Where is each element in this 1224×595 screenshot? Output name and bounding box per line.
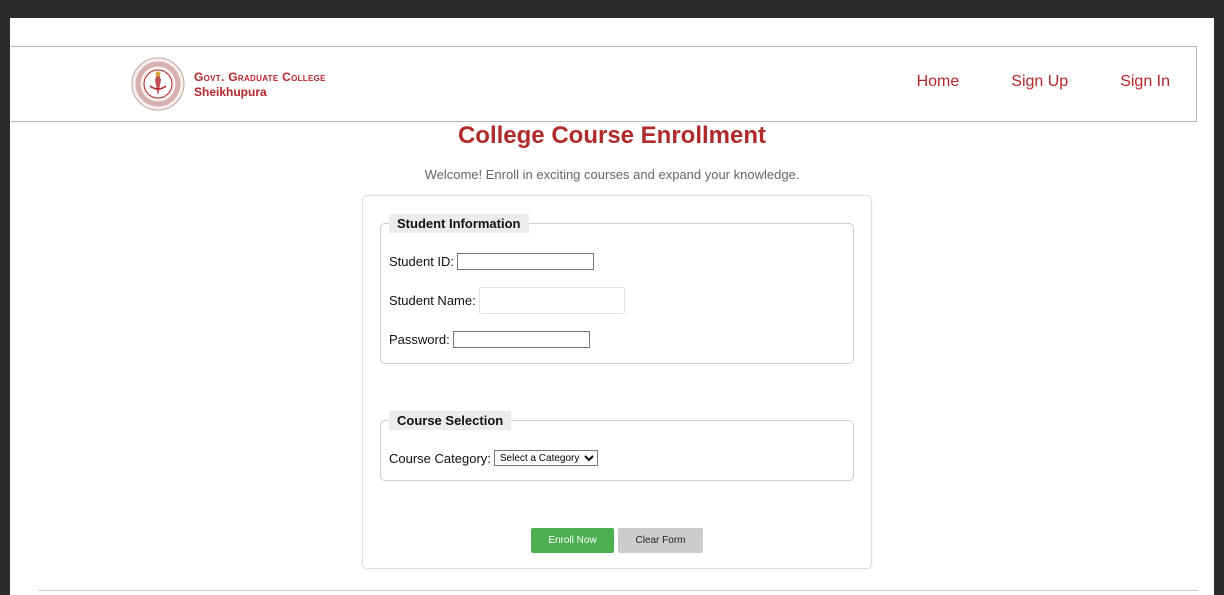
clear-form-button[interactable]: Clear Form <box>618 528 703 553</box>
course-selection-fieldset: Course Selection Course Category: Select… <box>380 411 854 481</box>
student-name-row: Student Name: <box>389 287 625 314</box>
student-name-input[interactable] <box>478 287 625 314</box>
footer-divider <box>38 590 1198 591</box>
password-label: Password: <box>389 332 450 347</box>
main-nav: Home Sign Up Sign In <box>865 73 1170 91</box>
password-input[interactable] <box>452 331 590 348</box>
course-category-select[interactable]: Select a Category <box>493 450 598 466</box>
course-category-row: Course Category: Select a Category <box>389 450 598 466</box>
student-information-fieldset: Student Information Student ID: Student … <box>380 214 854 364</box>
nav-sign-in-link[interactable]: Sign In <box>1120 73 1170 91</box>
nav-home-link[interactable]: Home <box>917 73 960 91</box>
course-selection-legend: Course Selection <box>389 411 512 430</box>
enrollment-form: Student Information Student ID: Student … <box>362 195 872 569</box>
college-crest-icon <box>131 57 185 111</box>
college-name: Govt. Graduate College <box>194 69 326 84</box>
student-name-label: Student Name: <box>389 293 476 308</box>
navbar: Govt. Graduate College Sheikhupura Home … <box>10 46 1197 122</box>
student-id-input[interactable] <box>457 253 595 270</box>
enroll-now-button[interactable]: Enroll Now <box>531 528 614 553</box>
college-city: Sheikhupura <box>194 84 267 99</box>
nav-sign-up-link[interactable]: Sign Up <box>1011 73 1068 91</box>
student-information-legend: Student Information <box>389 214 529 233</box>
student-id-label: Student ID: <box>389 254 455 269</box>
brand[interactable]: Govt. Graduate College Sheikhupura <box>130 56 326 112</box>
page-subtitle: Welcome! Enroll in exciting courses and … <box>424 167 800 182</box>
student-id-row: Student ID: <box>389 253 595 270</box>
page: Govt. Graduate College Sheikhupura Home … <box>10 18 1214 595</box>
page-title: College Course Enrollment <box>457 122 767 149</box>
password-row: Password: <box>389 331 590 348</box>
course-category-label: Course Category: <box>389 450 491 466</box>
